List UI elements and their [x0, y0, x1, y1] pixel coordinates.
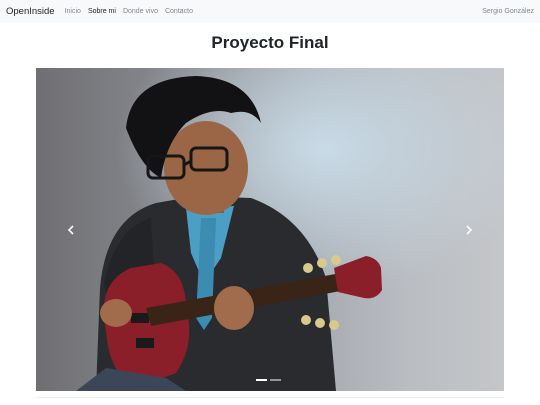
nav-link-sobre-mi[interactable]: Sobre mi	[88, 8, 116, 15]
carousel-slide-image	[36, 68, 504, 391]
carousel-prev-button[interactable]	[61, 218, 81, 242]
brand-link[interactable]: OpenInside	[6, 6, 55, 17]
carousel-indicator-1[interactable]	[256, 379, 267, 381]
carousel-indicator-2[interactable]	[270, 379, 281, 381]
chevron-left-icon	[67, 225, 74, 235]
nav-link-contacto[interactable]: Contacto	[165, 8, 193, 15]
top-navbar: OpenInside Inicio Sobre mi Donde vivo Co…	[0, 0, 540, 23]
page-title: Proyecto Final	[211, 33, 329, 52]
carousel-next-button[interactable]	[459, 218, 479, 242]
nav-link-inicio[interactable]: Inicio	[65, 8, 81, 15]
nav-link-donde-vivo[interactable]: Donde vivo	[123, 8, 158, 15]
chevron-right-icon	[466, 225, 473, 235]
nav-links: Inicio Sobre mi Donde vivo Contacto	[65, 8, 200, 15]
section-divider	[36, 397, 504, 398]
user-menu[interactable]: Sergio González	[482, 0, 534, 23]
carousel-indicators	[256, 379, 281, 381]
image-carousel	[36, 68, 504, 391]
